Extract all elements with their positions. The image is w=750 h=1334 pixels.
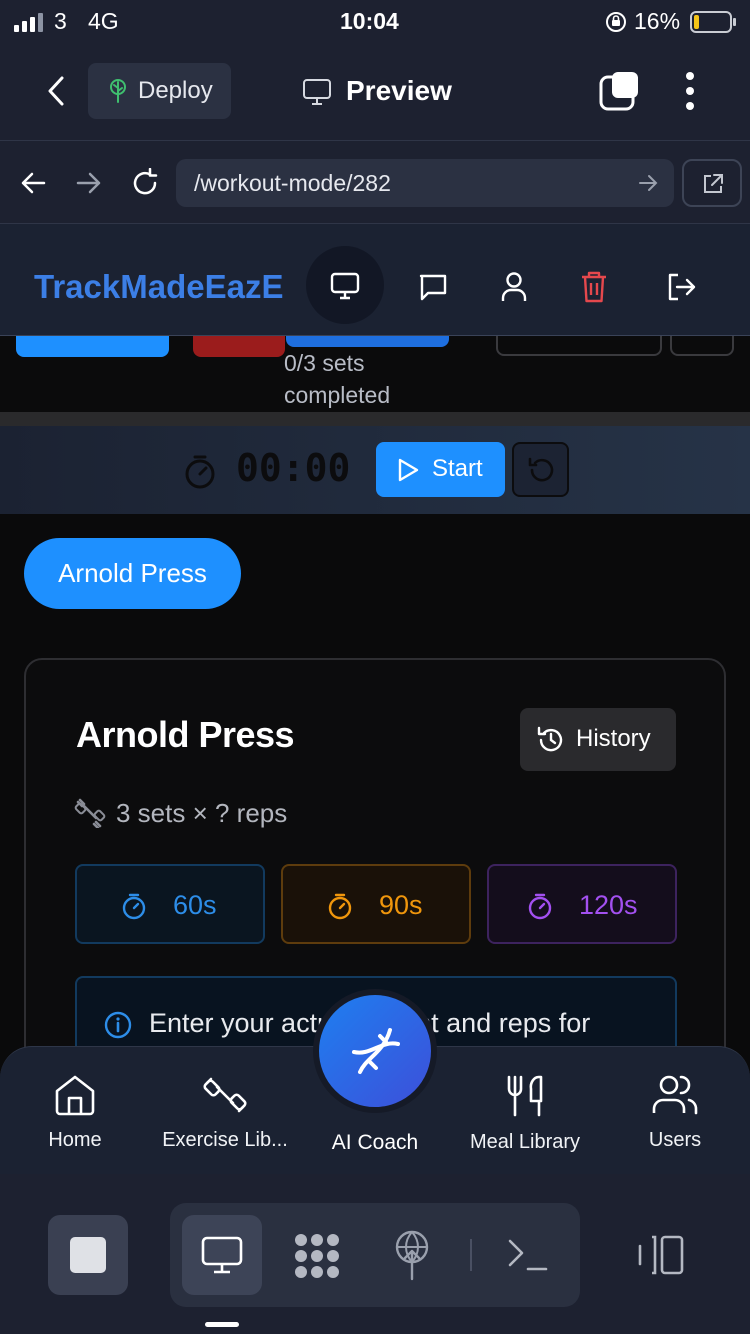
timer-icon xyxy=(528,893,552,920)
home-indicator xyxy=(205,1322,239,1327)
sets-info: 3 sets × ? reps xyxy=(116,798,288,828)
partial-outline-button[interactable] xyxy=(496,336,662,356)
browser-forward-icon[interactable] xyxy=(76,171,102,195)
toolbar-divider xyxy=(470,1239,472,1271)
stop-button[interactable] xyxy=(48,1215,128,1295)
app-header: TrackMadeEazE xyxy=(0,224,750,336)
terminal-icon[interactable] xyxy=(506,1237,550,1275)
monitor-icon xyxy=(303,79,331,105)
reset-icon xyxy=(528,457,554,482)
url-text: /workout-mode/282 xyxy=(194,170,391,196)
nav-meal-library[interactable]: Meal Library xyxy=(450,1073,600,1154)
nav-ai-coach-label: AI Coach xyxy=(331,1131,419,1154)
timer-icon xyxy=(328,893,352,920)
partial-progress-button[interactable] xyxy=(286,336,449,347)
signal-icon xyxy=(14,13,43,32)
stopwatch-icon xyxy=(185,455,215,489)
exercise-chip[interactable]: Arnold Press xyxy=(24,538,241,609)
history-label: History xyxy=(576,725,651,752)
rotation-lock-icon xyxy=(606,12,626,32)
user-icon[interactable] xyxy=(500,271,528,303)
url-bar: /workout-mode/282 xyxy=(0,140,750,224)
partial-red-button[interactable] xyxy=(193,336,285,357)
nav-users[interactable]: Users xyxy=(600,1073,750,1152)
desktop-icon xyxy=(330,272,360,300)
partial-controls-row: 0/3 sets completed xyxy=(0,336,750,412)
timer-start-button[interactable]: Start xyxy=(376,442,505,497)
users-icon xyxy=(652,1075,698,1115)
back-chevron-icon[interactable] xyxy=(44,74,68,108)
desktop-icon xyxy=(201,1236,243,1274)
go-arrow-icon[interactable] xyxy=(638,174,658,192)
replit-header: Deploy Preview xyxy=(0,44,750,140)
browser-back-icon[interactable] xyxy=(20,171,46,195)
logout-icon[interactable] xyxy=(666,272,698,302)
partial-blue-button[interactable] xyxy=(16,336,169,357)
bottom-nav: Home Exercise Lib... AI Coach Meal Libra… xyxy=(0,989,750,1174)
dumbbell-icon xyxy=(203,1077,247,1113)
webview-tab[interactable] xyxy=(182,1215,262,1295)
deploy-label: Deploy xyxy=(138,77,213,104)
network-label: 4G xyxy=(88,8,119,34)
deploy-button[interactable]: Deploy xyxy=(88,63,231,119)
app-brand[interactable]: TrackMadeEazE xyxy=(34,268,306,306)
exercise-title: Arnold Press xyxy=(76,714,295,755)
start-label: Start xyxy=(432,455,483,482)
trash-icon[interactable] xyxy=(580,270,608,304)
partial-outline-small-button[interactable] xyxy=(670,336,734,356)
nav-exercise-library[interactable]: Exercise Lib... xyxy=(150,1073,300,1152)
timer-bar: 00:00 Start xyxy=(0,426,750,514)
nav-home-label: Home xyxy=(48,1129,102,1151)
section-divider xyxy=(0,412,750,426)
stop-icon xyxy=(70,1237,106,1273)
deploy-tree-icon xyxy=(110,79,126,103)
status-bar: 3 4G 10:04 16% xyxy=(0,0,750,44)
preview-title[interactable]: Preview xyxy=(346,75,452,107)
replit-toolbar xyxy=(0,1174,750,1334)
timer-reset-button[interactable] xyxy=(512,442,569,497)
external-link-icon xyxy=(704,174,723,193)
play-icon xyxy=(398,458,419,482)
battery-percent: 16% xyxy=(634,8,681,34)
chat-icon[interactable] xyxy=(418,272,448,302)
nav-ai-coach[interactable]: AI Coach xyxy=(300,989,450,1155)
history-button[interactable]: History xyxy=(520,708,676,771)
rest-90-button[interactable]: 90s xyxy=(281,864,471,944)
history-icon xyxy=(537,726,563,752)
ai-coach-button[interactable] xyxy=(313,989,437,1113)
nav-meal-library-label: Meal Library xyxy=(469,1131,581,1153)
reload-icon[interactable] xyxy=(130,168,160,198)
workout-content: Arnold Press Arnold Press History 3 sets… xyxy=(0,514,750,1054)
info-icon xyxy=(104,1011,132,1039)
timer-display: 00:00 xyxy=(236,446,351,490)
open-external-button[interactable] xyxy=(682,159,742,207)
nav-home[interactable]: Home xyxy=(0,1073,150,1152)
nav-desktop-button[interactable] xyxy=(306,246,384,324)
rest-120-button[interactable]: 120s xyxy=(487,864,677,944)
sets-completed-word: completed xyxy=(284,382,391,408)
nodes-icon[interactable] xyxy=(292,1231,342,1281)
panels-icon[interactable] xyxy=(636,1234,686,1276)
exercise-chip-label: Arnold Press xyxy=(58,558,207,588)
rest-60-button[interactable]: 60s xyxy=(75,864,265,944)
carrier-label: 3 xyxy=(54,8,67,34)
utensils-icon xyxy=(507,1075,543,1117)
tabs-icon[interactable] xyxy=(598,70,640,112)
rest-60-label: 60s xyxy=(173,890,217,920)
more-vertical-icon[interactable] xyxy=(680,70,700,112)
workspace-tabs xyxy=(170,1203,580,1307)
dumbbell-icon xyxy=(74,798,106,828)
nav-users-label: Users xyxy=(648,1129,702,1151)
timer-icon xyxy=(122,893,146,920)
nav-exercise-library-label: Exercise Lib... xyxy=(162,1129,288,1151)
url-field[interactable]: /workout-mode/282 xyxy=(176,159,674,207)
clock: 10:04 xyxy=(340,8,399,34)
sets-completed-count: 0/3 sets xyxy=(284,350,365,376)
rest-90-label: 90s xyxy=(379,890,423,920)
deploy-globe-icon[interactable] xyxy=(392,1229,432,1281)
home-icon xyxy=(55,1075,95,1116)
rest-120-label: 120s xyxy=(579,890,638,920)
dna-icon xyxy=(352,1028,400,1074)
battery-icon xyxy=(690,11,736,33)
